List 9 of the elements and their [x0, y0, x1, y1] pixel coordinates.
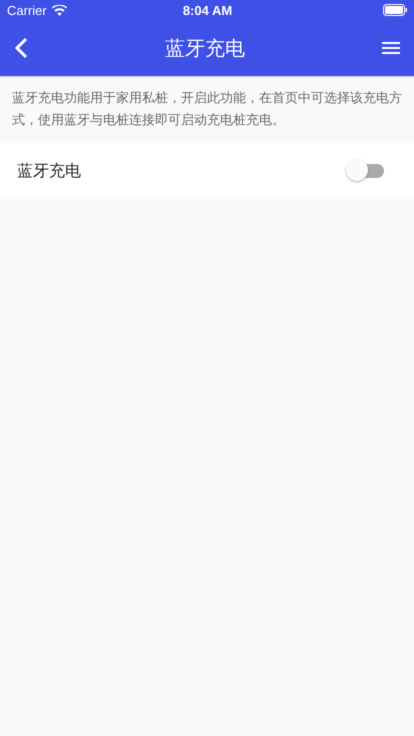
page-title: 蓝牙充电 [165, 34, 245, 62]
description-text: 蓝牙充电功能用于家用私桩，开启此功能，在首页中可选择该充电方式，使用蓝牙与电桩连接即可启动充电桩充电。 [11, 90, 403, 130]
status-time: 8:04 AM [182, 2, 232, 18]
wifi-icon [52, 4, 67, 16]
battery-icon [383, 4, 408, 16]
setting-label: 蓝牙充电 [17, 160, 81, 182]
back-icon[interactable] [14, 37, 28, 59]
menu-icon[interactable] [382, 41, 400, 55]
carrier-name: Carrier [7, 2, 47, 18]
